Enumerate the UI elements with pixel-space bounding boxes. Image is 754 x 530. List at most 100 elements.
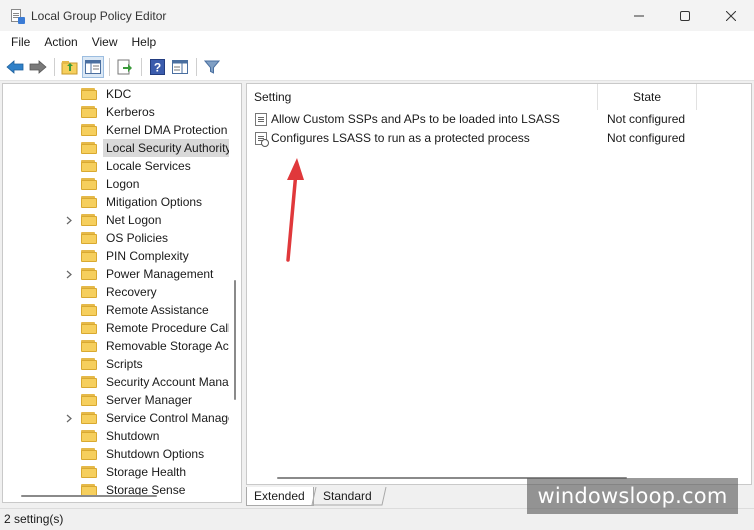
tree-item-label: Recovery xyxy=(106,285,157,299)
back-icon xyxy=(6,59,24,74)
folder-icon xyxy=(81,358,97,370)
tree-item[interactable]: Shutdown xyxy=(3,427,229,445)
folder-icon xyxy=(81,304,97,316)
filter-icon xyxy=(204,60,220,74)
tree-item-label: Shutdown xyxy=(106,429,160,443)
tree-item[interactable]: OS Policies xyxy=(3,229,229,247)
export-list-icon xyxy=(117,59,132,74)
tree-item[interactable]: Server Manager xyxy=(3,391,229,409)
column-header-state[interactable]: State xyxy=(598,84,697,110)
folder-icon xyxy=(81,376,97,388)
tree-item-label: Shutdown Options xyxy=(106,447,205,461)
menu-action[interactable]: Action xyxy=(37,31,84,53)
help-icon: ? xyxy=(149,58,165,75)
folder-icon xyxy=(81,268,97,280)
forward-icon xyxy=(29,59,47,74)
folder-icon xyxy=(81,286,97,298)
tree-item[interactable]: Recovery xyxy=(3,283,229,301)
folder-icon xyxy=(81,430,97,442)
table-row[interactable]: Allow Custom SSPs and APs to be loaded i… xyxy=(247,110,751,129)
filter-button[interactable] xyxy=(201,56,223,78)
properties-pane-button[interactable] xyxy=(169,56,191,78)
tree-item-label: Security Account Manager xyxy=(106,375,229,389)
menu-view[interactable]: View xyxy=(85,31,125,53)
window-title: Local Group Policy Editor xyxy=(31,8,167,23)
tree-item-label: OS Policies xyxy=(106,231,169,245)
tree-item[interactable]: Locale Services xyxy=(3,157,229,175)
column-header-comment[interactable] xyxy=(697,84,751,110)
toolbar-separator xyxy=(141,57,142,76)
tree-pane[interactable]: KDC Kerberos Kernel DMA Protection Local Se… xyxy=(2,83,242,503)
menu-help[interactable]: Help xyxy=(125,31,164,53)
menu-file[interactable]: File xyxy=(4,31,37,53)
tree-item-label: Service Control Manager xyxy=(106,411,229,425)
tree-item[interactable]: Logon xyxy=(3,175,229,193)
tree-item-label: KDC xyxy=(106,87,132,101)
folder-icon xyxy=(81,394,97,406)
up-one-level-button[interactable] xyxy=(59,56,81,78)
tree-item[interactable]: Security Account Manager xyxy=(3,373,229,391)
folder-icon xyxy=(81,124,97,136)
minimize-button[interactable] xyxy=(616,0,662,31)
tree-item[interactable]: Remote Procedure Call xyxy=(3,319,229,337)
settings-list-pane[interactable]: Setting State Allow Custom SSPs and APs … xyxy=(246,83,752,485)
tree-item[interactable]: Power Management xyxy=(3,265,229,283)
scrollbar-thumb[interactable] xyxy=(234,280,236,400)
forward-button[interactable] xyxy=(27,56,49,78)
tree-item[interactable]: Local Security Authority xyxy=(3,139,229,157)
chevron-right-icon[interactable] xyxy=(64,409,74,427)
maximize-icon xyxy=(680,10,690,21)
show-hide-tree-icon xyxy=(85,59,101,74)
watermark-text: windowsloop.com xyxy=(537,484,728,508)
tree-item[interactable]: Remote Assistance xyxy=(3,301,229,319)
group-policy-app-icon xyxy=(10,8,25,24)
tab-extended[interactable]: Extended xyxy=(246,487,314,506)
folder-icon xyxy=(81,466,97,478)
toolbar-separator xyxy=(196,57,197,76)
tree-item[interactable]: PIN Complexity xyxy=(3,247,229,265)
tree-item-label: Kernel DMA Protection xyxy=(106,123,228,137)
folder-icon xyxy=(81,178,97,190)
column-header-setting[interactable]: Setting xyxy=(247,84,598,110)
tree-item-label: Removable Storage Access xyxy=(106,339,229,353)
tree-item[interactable]: Net Logon xyxy=(3,211,229,229)
svg-text:?: ? xyxy=(153,60,160,74)
tree-item[interactable]: Shutdown Options xyxy=(3,445,229,463)
toolbar-separator xyxy=(109,57,110,76)
tree-vertical-scrollbar[interactable] xyxy=(229,84,241,502)
tree-item-label: Remote Procedure Call xyxy=(106,321,229,335)
tree-item[interactable]: Service Control Manager xyxy=(3,409,229,427)
tree-item[interactable]: Kerberos xyxy=(3,103,229,121)
show-hide-tree-button[interactable] xyxy=(82,55,104,78)
scrollbar-thumb[interactable] xyxy=(21,495,157,497)
tree-item[interactable]: Scripts xyxy=(3,355,229,373)
close-button[interactable] xyxy=(708,0,754,31)
tree-item-label: Mitigation Options xyxy=(106,195,203,209)
tree-item[interactable]: Storage Health xyxy=(3,463,229,481)
tree-item-label: Server Manager xyxy=(106,393,193,407)
folder-icon xyxy=(81,412,97,424)
tree-item-label: Remote Assistance xyxy=(106,303,209,317)
policy-setting-gear-icon xyxy=(255,132,269,147)
tree-item-label: Scripts xyxy=(106,357,143,371)
back-button[interactable] xyxy=(4,56,26,78)
chevron-right-icon[interactable] xyxy=(64,265,74,283)
tree-item[interactable]: Removable Storage Access xyxy=(3,337,229,355)
export-list-button[interactable] xyxy=(114,56,136,78)
maximize-button[interactable] xyxy=(662,0,708,31)
tree-item[interactable]: Kernel DMA Protection xyxy=(3,121,229,139)
setting-name: Configures LSASS to run as a protected p… xyxy=(271,131,530,145)
help-button[interactable]: ? xyxy=(146,56,168,78)
toolbar: ? xyxy=(0,53,754,81)
folder-icon xyxy=(81,214,97,226)
folder-icon xyxy=(81,448,97,460)
tab-standard[interactable]: Standard xyxy=(316,487,380,506)
tree-item[interactable]: KDC xyxy=(3,85,229,103)
folder-icon xyxy=(81,106,97,118)
folder-icon xyxy=(81,322,97,334)
folder-icon xyxy=(81,340,97,352)
tree-item[interactable]: Mitigation Options xyxy=(3,193,229,211)
table-row[interactable]: Configures LSASS to run as a protected p… xyxy=(247,129,751,148)
tree-horizontal-scrollbar[interactable] xyxy=(3,490,229,502)
chevron-right-icon[interactable] xyxy=(64,211,74,229)
